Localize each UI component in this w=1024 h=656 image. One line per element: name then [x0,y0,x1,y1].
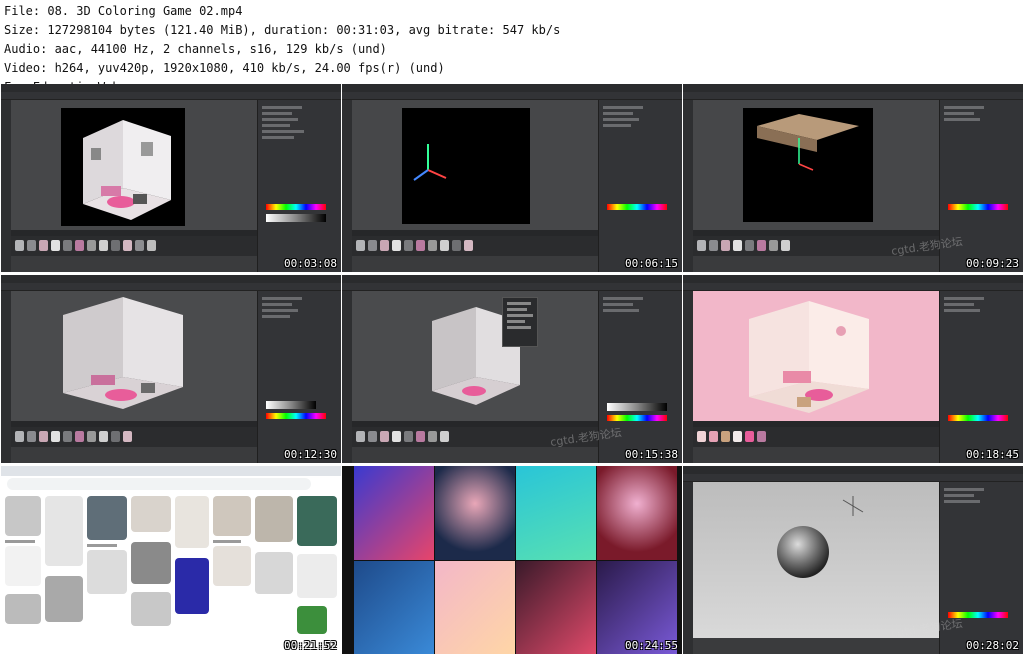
timestamp: 00:06:15 [625,257,678,270]
render-canvas [61,108,185,226]
color-picker[interactable] [607,415,667,421]
timestamp: 00:03:08 [284,257,337,270]
viewport [693,100,939,230]
viewport [352,291,598,421]
viewport [11,100,257,230]
color-picker[interactable] [948,204,1008,210]
render-canvas [743,108,873,222]
thumbnail-grid: 00:03:08 00:06:15 cgtd.老狗论坛 00:09:23 00:… [0,84,1024,656]
pink-room-render [749,301,869,413]
app-title-bar [1,84,341,92]
axis-gizmo [413,144,447,181]
thumbnail-3[interactable]: cgtd.老狗论坛 00:09:23 [683,84,1023,272]
audio-info-line: Audio: aac, 44100 Hz, 2 channels, s16, 1… [4,42,387,56]
room-viewport-illustration [432,307,520,405]
thumbnail-9[interactable]: cgtd.老狗论坛 00:28:02 [683,466,1023,654]
color-picker[interactable] [266,413,326,419]
viewport [11,291,257,421]
timestamp: 00:21:52 [284,639,337,652]
file-size-line: Size: 127298104 bytes (121.40 MiB), dura… [4,23,561,37]
timestamp: 00:12:30 [284,448,337,461]
render-canvas [402,108,530,224]
thumbnail-1[interactable]: 00:03:08 [1,84,341,272]
thumbnail-8[interactable]: 00:24:55 [342,466,682,654]
room-viewport-illustration [63,297,183,409]
object-manager-panel [257,100,341,272]
object-manager-panel [598,100,682,272]
browser-tab-bar [1,466,341,476]
timestamp: 00:24:55 [625,639,678,652]
viewport [352,100,598,230]
room-render-illustration [83,120,171,220]
file-info-header: File: 08. 3D Coloring Game 02.mp4 Size: … [0,0,1024,94]
timestamp: 00:28:02 [966,639,1019,652]
app-left-toolbar [1,100,11,272]
material-bar [11,236,257,256]
shelf-model [757,114,859,171]
color-picker[interactable] [948,415,1008,421]
render-canvas [693,291,939,421]
browser-address-bar[interactable] [7,478,311,490]
sphere-scene [777,496,864,578]
thumbnail-6[interactable]: 00:18:45 [683,275,1023,463]
object-manager-panel [257,291,341,463]
timestamp: 00:09:23 [966,257,1019,270]
timestamp: 00:18:45 [966,448,1019,461]
viewport [693,482,939,638]
file-name-line: File: 08. 3D Coloring Game 02.mp4 [4,4,243,18]
thumbnail-2[interactable]: 00:06:15 [342,84,682,272]
thumbnail-7[interactable]: 00:21:52 [1,466,341,654]
thumbnail-5[interactable]: cgtd.老狗论坛 00:15:38 [342,275,682,463]
app-toolbar [1,92,341,100]
color-picker[interactable] [266,204,326,210]
color-picker[interactable] [607,204,667,210]
thumbnail-4[interactable]: 00:12:30 [1,275,341,463]
value-slider[interactable] [266,214,326,222]
context-menu[interactable] [502,297,538,347]
timestamp: 00:15:38 [625,448,678,461]
render-settings-panel [939,291,1023,463]
video-info-line: Video: h264, yuv420p, 1920x1080, 410 kb/… [4,61,445,75]
